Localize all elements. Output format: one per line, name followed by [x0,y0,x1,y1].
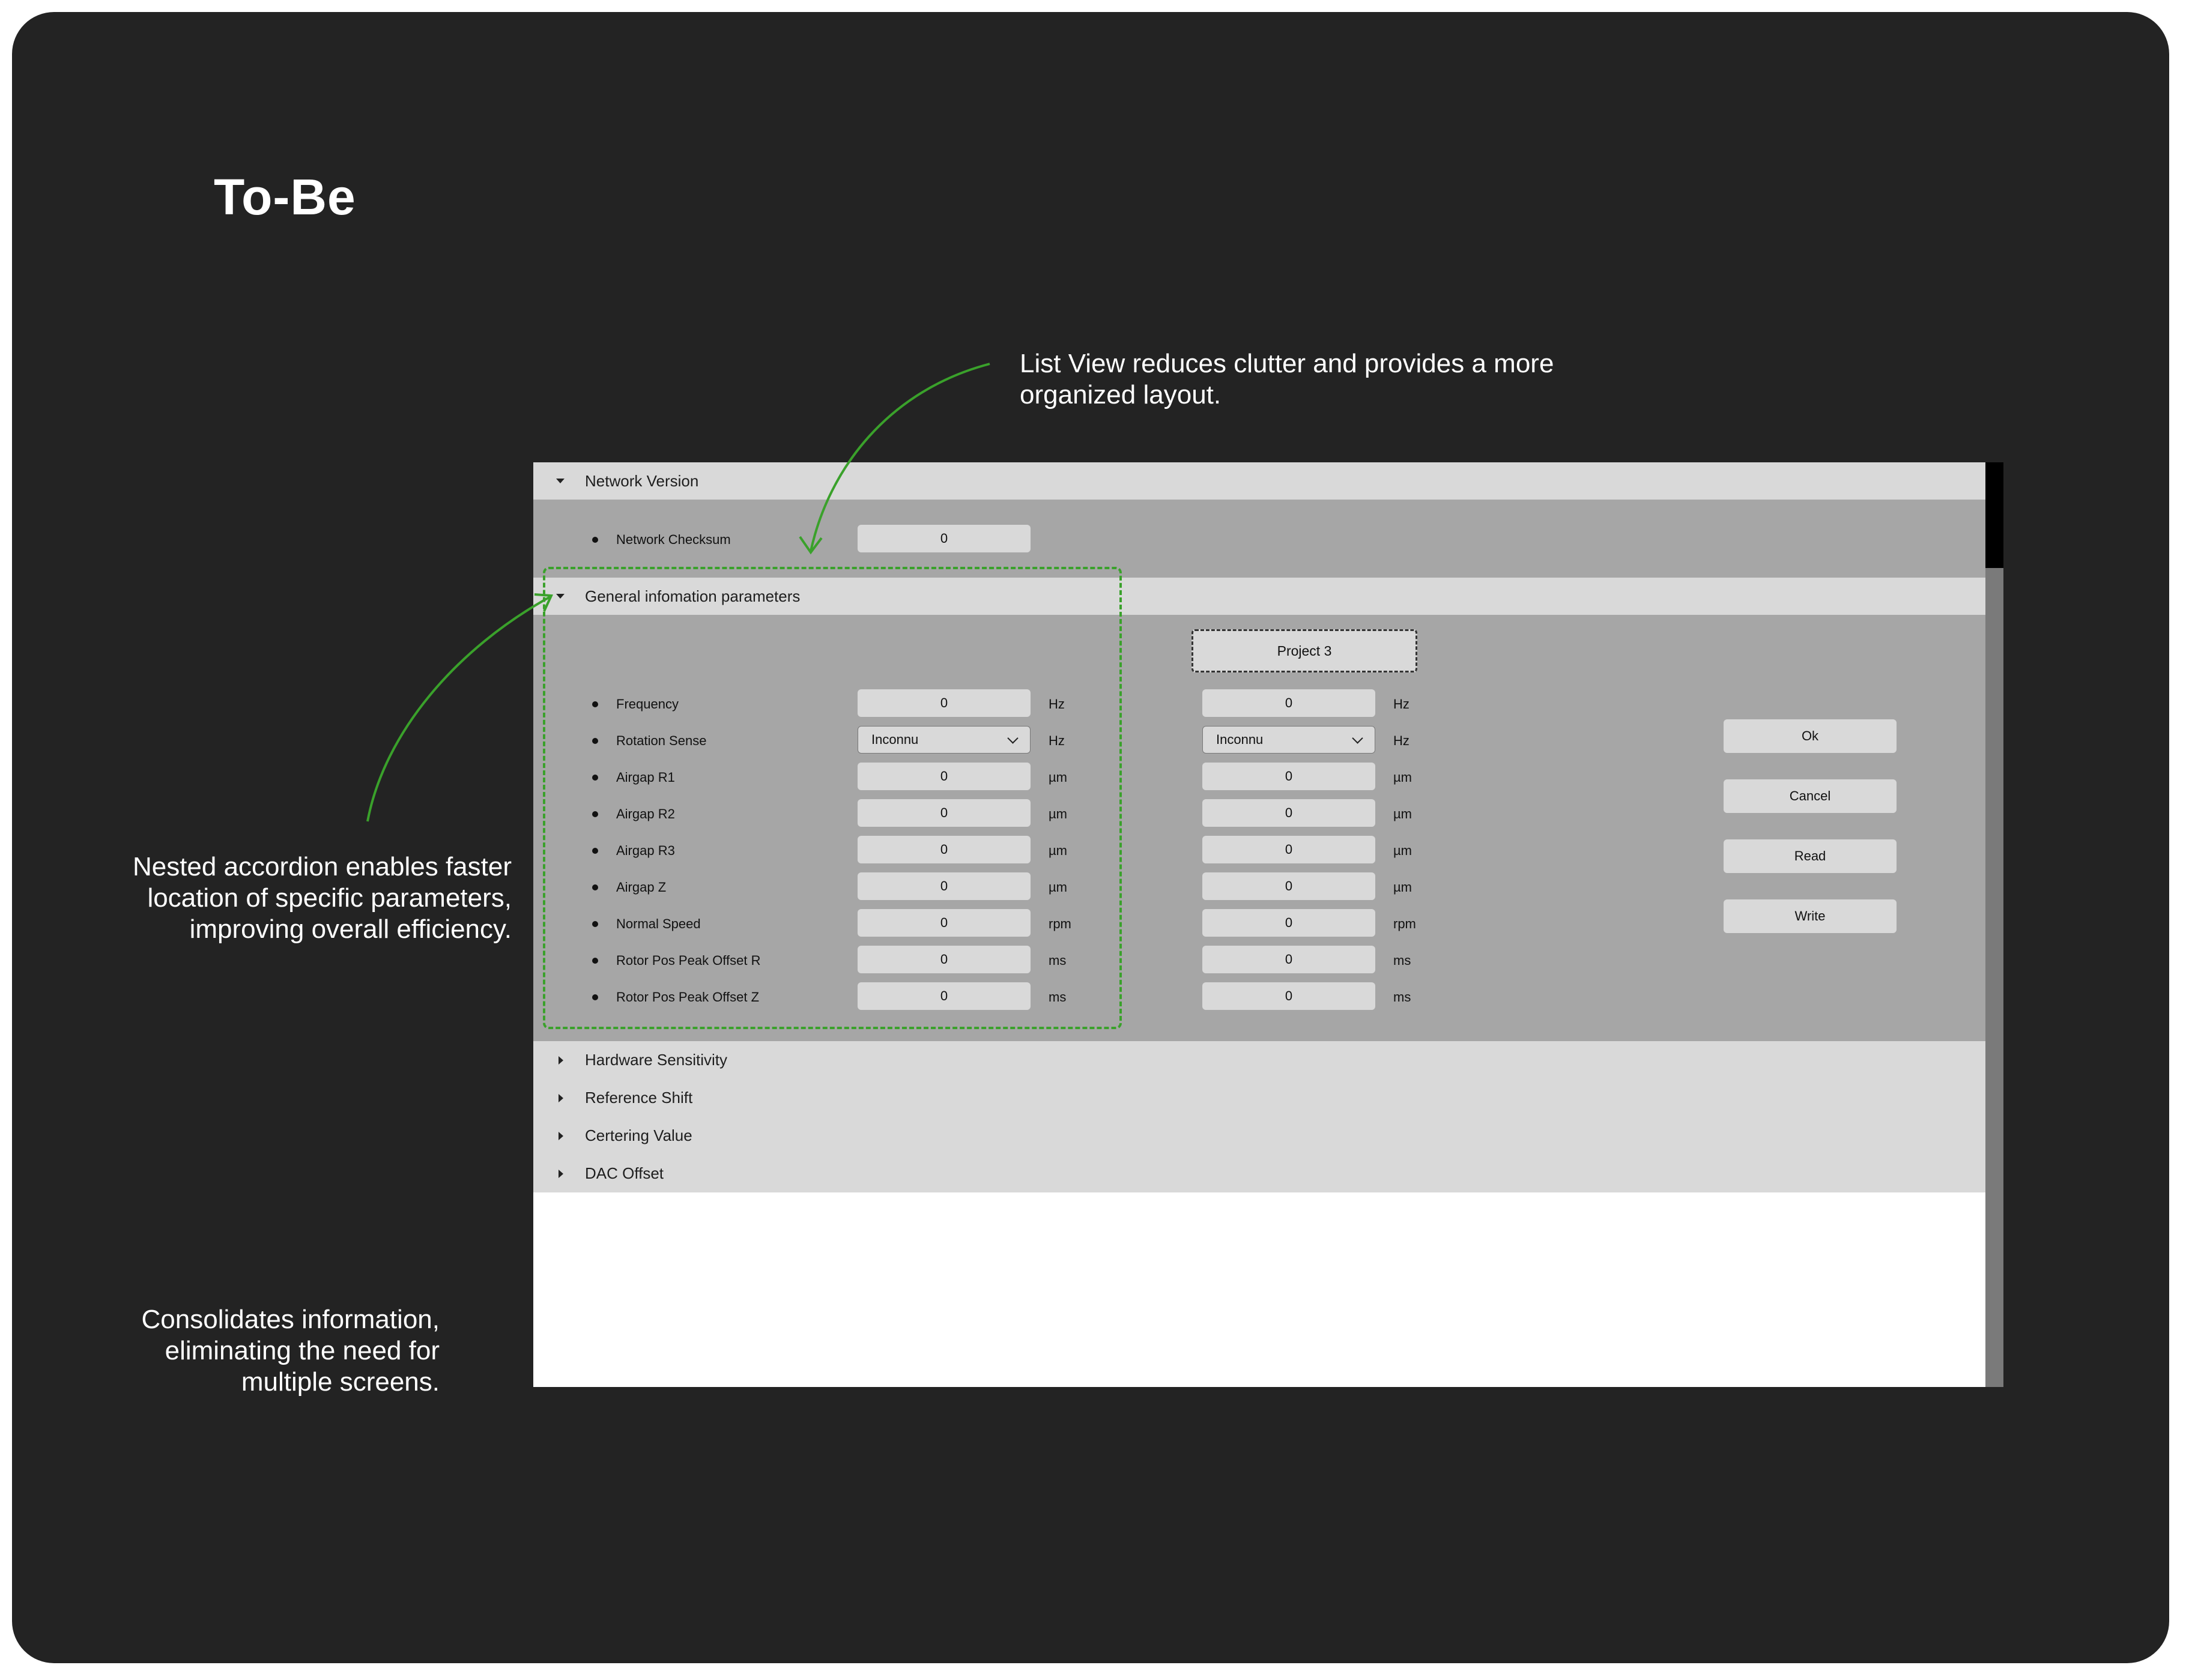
caret-down-icon [556,479,565,483]
param-label: Airgap R1 [616,770,675,785]
unit-label: Hz [1049,733,1065,748]
rotation-sense-select[interactable]: Inconnu [858,726,1031,754]
collapsed-sections: Hardware Sensitivity Reference Shift Cer… [533,1041,1985,1192]
unit-label: rpm [1393,916,1416,931]
bullet-icon [592,738,598,744]
accordion-header-network-version[interactable]: Network Version [533,462,1985,500]
param-row: Rotor Pos Peak Offset R 0 ms 0 ms [533,946,1985,974]
param-input[interactable]: 0 [858,689,1031,717]
param-label: Network Checksum [616,532,731,547]
accordion-header-certering-value[interactable]: Certering Value [533,1117,1985,1155]
ok-button[interactable]: Ok [1724,719,1897,753]
accordion-body-network-version: Network Checksum 0 [533,500,1985,578]
param-input[interactable]: 0 [858,946,1031,973]
param-input-project[interactable]: 0 [1202,836,1375,863]
caret-right-icon [559,1131,563,1140]
chevron-down-icon [1007,732,1019,744]
unit-label: µm [1393,806,1412,821]
param-input[interactable]: 0 [858,525,1031,552]
note-consolidates: Consolidates information, eliminating th… [141,1305,440,1397]
unit-label: µm [1393,880,1412,895]
param-input-project[interactable]: 0 [1202,763,1375,790]
param-input[interactable]: 0 [858,799,1031,827]
unit-label: Hz [1393,696,1409,712]
param-input[interactable]: 0 [858,982,1031,1010]
accordion-label: Network Version [585,471,699,490]
param-label: Normal Speed [616,916,701,931]
param-input[interactable]: 0 [858,872,1031,900]
scrollbar-thumb[interactable] [1985,462,2003,568]
param-label: Rotor Pos Peak Offset Z [616,990,760,1005]
bullet-icon [592,701,598,707]
param-label: Rotation Sense [616,733,707,748]
select-value: Inconnu [1216,732,1264,747]
param-input-project[interactable]: 0 [1202,689,1375,717]
bullet-icon [592,921,598,927]
param-label: Airgap R3 [616,843,675,858]
param-label: Rotor Pos Peak Offset R [616,953,761,968]
accordion-header-reference-shift[interactable]: Reference Shift [533,1079,1985,1117]
bullet-icon [592,958,598,964]
caret-right-icon [559,1169,563,1178]
param-input[interactable]: 0 [858,909,1031,937]
unit-label: Hz [1049,696,1065,712]
accordion-label: Reference Shift [585,1089,693,1107]
param-input[interactable]: 0 [858,763,1031,790]
rotation-sense-select-project[interactable]: Inconnu [1202,726,1375,754]
note-list-view: List View reduces clutter and provides a… [1020,349,1554,409]
unit-label: µm [1049,806,1068,821]
param-input-project[interactable]: 0 [1202,982,1375,1010]
bullet-icon [592,775,598,781]
accordion-body-general: Project 3 Frequency 0 Hz 0 Hz Rotation S… [533,615,1985,1041]
accordion-header-hardware-sensitivity[interactable]: Hardware Sensitivity [533,1041,1985,1079]
chevron-down-icon [1352,732,1363,744]
caret-right-icon [559,1056,563,1065]
param-label: Airgap R2 [616,806,675,821]
unit-label: ms [1049,953,1067,968]
unit-label: µm [1049,880,1068,895]
unit-label: ms [1393,990,1411,1005]
unit-label: µm [1049,843,1068,858]
unit-label: µm [1049,770,1068,785]
accordion-label: Certering Value [585,1126,692,1144]
bullet-icon [592,848,598,854]
scrollbar-track[interactable] [1985,462,2003,1387]
param-input[interactable]: 0 [858,836,1031,863]
param-input-project[interactable]: 0 [1202,909,1375,937]
note-nested-accordion: Nested accordion enables faster location… [132,852,512,944]
bullet-icon [592,884,598,890]
param-row: Rotor Pos Peak Offset Z 0 ms 0 ms [533,982,1985,1011]
bullet-icon [592,537,598,543]
accordion-header-dac-offset[interactable]: DAC Offset [533,1155,1985,1192]
caret-right-icon [559,1093,563,1102]
unit-label: µm [1393,770,1412,785]
cancel-button[interactable]: Cancel [1724,779,1897,813]
bullet-icon [592,994,598,1000]
unit-label: Hz [1393,733,1409,748]
unit-label: µm [1393,843,1412,858]
param-input-project[interactable]: 0 [1202,799,1375,827]
accordion-label: Hardware Sensitivity [585,1051,727,1069]
unit-label: ms [1393,953,1411,968]
unit-label: ms [1049,990,1067,1005]
unit-label: rpm [1049,916,1071,931]
param-row: Airgap Z 0 µm 0 µm [533,872,1985,901]
bullet-icon [592,811,598,817]
param-label: Frequency [616,696,679,712]
param-input-project[interactable]: 0 [1202,946,1375,973]
accordion-label: DAC Offset [585,1164,664,1182]
accordion-header-general[interactable]: General infomation parameters [533,578,1985,615]
page-title: To-Be [214,169,356,225]
project-column-header[interactable]: Project 3 [1191,629,1417,672]
write-button[interactable]: Write [1724,899,1897,933]
select-value: Inconnu [871,732,919,747]
param-row: Network Checksum 0 [533,525,1985,554]
read-button[interactable]: Read [1724,839,1897,873]
accordion-label: General infomation parameters [585,587,801,605]
param-row: Frequency 0 Hz 0 Hz [533,689,1985,718]
caret-down-icon [556,594,565,599]
param-label: Airgap Z [616,880,667,895]
app-window: Network Version Network Checksum 0 Gener… [533,462,1985,1387]
param-input-project[interactable]: 0 [1202,872,1375,900]
